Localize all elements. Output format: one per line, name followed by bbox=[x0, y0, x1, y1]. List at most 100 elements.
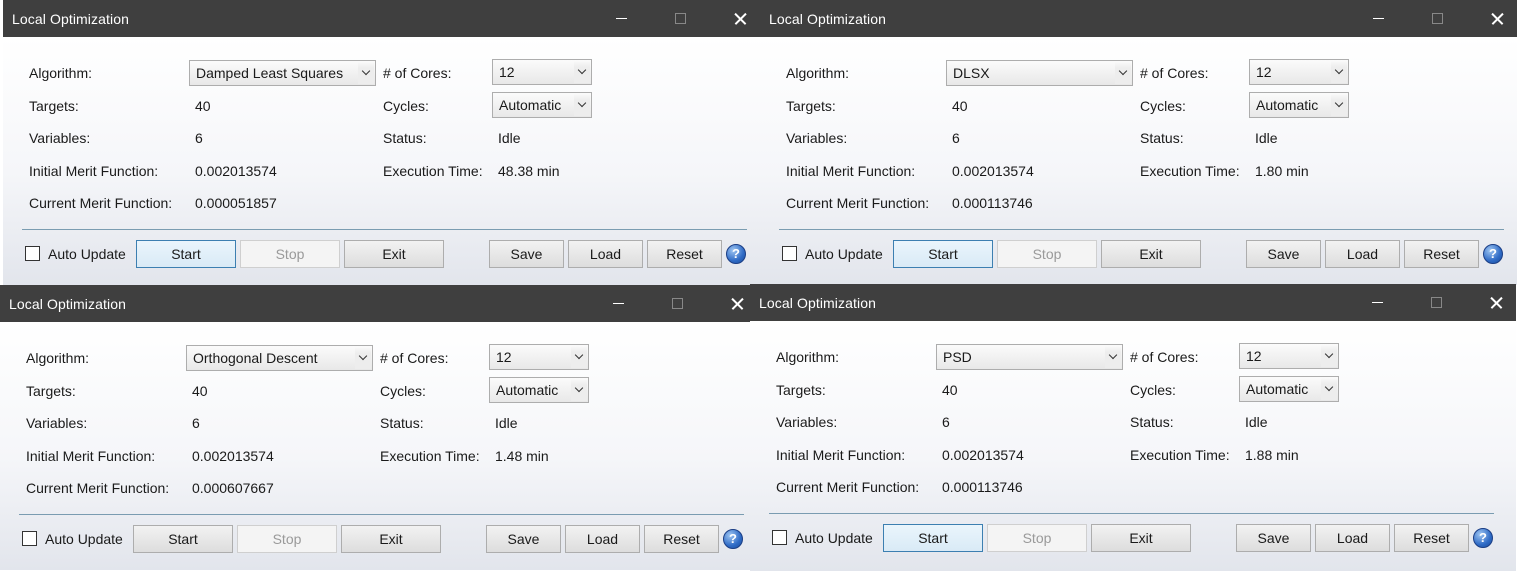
variables-label: Variables: bbox=[29, 130, 91, 146]
cores-label: # of Cores: bbox=[1140, 65, 1209, 81]
reset-button[interactable]: Reset bbox=[1404, 240, 1479, 268]
local-optimization-window: Local Optimization Algorithm: DLSX Targe… bbox=[760, 0, 1517, 285]
auto-update-checkbox[interactable] bbox=[772, 530, 787, 545]
reset-button[interactable]: Reset bbox=[647, 240, 722, 268]
maximize-button[interactable] bbox=[663, 290, 691, 317]
title-bar[interactable]: Local Optimization bbox=[750, 284, 1516, 321]
close-icon bbox=[726, 5, 754, 32]
title-bar[interactable]: Local Optimization bbox=[760, 0, 1517, 37]
chevron-down-icon bbox=[571, 346, 587, 368]
separator bbox=[769, 513, 1494, 514]
status-label: Status: bbox=[383, 130, 427, 146]
maximize-button[interactable] bbox=[1423, 5, 1451, 32]
title-bar[interactable]: Local Optimization bbox=[0, 285, 757, 322]
cores-select[interactable]: 12 bbox=[492, 59, 592, 85]
cycles-select[interactable]: Automatic bbox=[492, 92, 592, 118]
save-button[interactable]: Save bbox=[1236, 524, 1311, 552]
maximize-icon bbox=[1422, 289, 1450, 316]
chevron-down-icon bbox=[355, 347, 371, 369]
status-value: Idle bbox=[498, 130, 521, 146]
current-merit-label: Current Merit Function: bbox=[786, 195, 930, 211]
cores-label: # of Cores: bbox=[1130, 349, 1199, 365]
cores-value: 12 bbox=[1256, 64, 1272, 80]
close-button[interactable] bbox=[1483, 5, 1511, 32]
cycles-select[interactable]: Automatic bbox=[1249, 92, 1349, 118]
algorithm-value: Orthogonal Descent bbox=[193, 350, 318, 366]
start-button[interactable]: Start bbox=[133, 525, 233, 553]
minimize-button[interactable] bbox=[605, 290, 633, 317]
save-button[interactable]: Save bbox=[486, 525, 561, 553]
stop-button[interactable]: Stop bbox=[240, 240, 340, 268]
cores-select[interactable]: 12 bbox=[1239, 343, 1339, 369]
help-icon[interactable]: ? bbox=[726, 244, 746, 264]
algorithm-select[interactable]: Damped Least Squares bbox=[189, 60, 376, 86]
exit-button[interactable]: Exit bbox=[1101, 240, 1201, 268]
algorithm-value: PSD bbox=[943, 349, 972, 365]
current-merit-value: 0.000113746 bbox=[952, 195, 1033, 211]
status-value: Idle bbox=[1245, 414, 1268, 430]
save-button[interactable]: Save bbox=[1246, 240, 1321, 268]
minimize-button[interactable] bbox=[1365, 5, 1393, 32]
exit-button[interactable]: Exit bbox=[341, 525, 441, 553]
optimization-panel: Algorithm: DLSX Targets: 40 Variables: 6… bbox=[760, 37, 1517, 285]
close-icon bbox=[1482, 289, 1510, 316]
status-value: Idle bbox=[495, 415, 518, 431]
algorithm-select[interactable]: Orthogonal Descent bbox=[186, 345, 373, 371]
stop-button[interactable]: Stop bbox=[997, 240, 1097, 268]
cores-select[interactable]: 12 bbox=[1249, 59, 1349, 85]
stop-button[interactable]: Stop bbox=[987, 524, 1087, 552]
auto-update-label[interactable]: Auto Update bbox=[795, 530, 873, 546]
cycles-select[interactable]: Automatic bbox=[489, 377, 589, 403]
minimize-button[interactable] bbox=[1364, 289, 1392, 316]
initial-merit-label: Initial Merit Function: bbox=[29, 163, 159, 179]
save-button[interactable]: Save bbox=[489, 240, 564, 268]
start-button[interactable]: Start bbox=[893, 240, 993, 268]
window-title: Local Optimization bbox=[759, 295, 876, 311]
stop-button[interactable]: Stop bbox=[237, 525, 337, 553]
help-icon[interactable]: ? bbox=[1483, 244, 1503, 264]
cores-value: 12 bbox=[499, 64, 515, 80]
variables-value: 6 bbox=[952, 130, 960, 146]
close-button[interactable] bbox=[1482, 289, 1510, 316]
algorithm-label: Algorithm: bbox=[776, 349, 840, 365]
load-button[interactable]: Load bbox=[565, 525, 640, 553]
auto-update-label[interactable]: Auto Update bbox=[45, 531, 123, 547]
variables-value: 6 bbox=[192, 415, 200, 431]
reset-button[interactable]: Reset bbox=[1394, 524, 1469, 552]
title-bar[interactable]: Local Optimization bbox=[3, 0, 760, 37]
maximize-button[interactable] bbox=[1422, 289, 1450, 316]
algorithm-select[interactable]: PSD bbox=[936, 344, 1123, 370]
chevron-down-icon bbox=[574, 61, 590, 83]
auto-update-label[interactable]: Auto Update bbox=[805, 246, 883, 262]
execution-time-label: Execution Time: bbox=[1140, 163, 1240, 179]
load-button[interactable]: Load bbox=[1325, 240, 1400, 268]
start-button[interactable]: Start bbox=[883, 524, 983, 552]
chevron-down-icon bbox=[1321, 378, 1337, 400]
cycles-label: Cycles: bbox=[380, 383, 426, 399]
auto-update-checkbox[interactable] bbox=[22, 531, 37, 546]
cores-select[interactable]: 12 bbox=[489, 344, 589, 370]
execution-time-value: 48.38 min bbox=[498, 163, 560, 179]
cycles-select[interactable]: Automatic bbox=[1239, 376, 1339, 402]
start-button[interactable]: Start bbox=[136, 240, 236, 268]
exit-button[interactable]: Exit bbox=[344, 240, 444, 268]
close-button[interactable] bbox=[726, 5, 754, 32]
close-icon bbox=[1483, 5, 1511, 32]
execution-time-value: 1.48 min bbox=[495, 448, 549, 464]
auto-update-label[interactable]: Auto Update bbox=[48, 246, 126, 262]
maximize-button[interactable] bbox=[666, 5, 694, 32]
minimize-button[interactable] bbox=[608, 5, 636, 32]
initial-merit-value: 0.002013574 bbox=[952, 163, 1034, 179]
status-value: Idle bbox=[1255, 130, 1278, 146]
algorithm-select[interactable]: DLSX bbox=[946, 60, 1133, 86]
load-button[interactable]: Load bbox=[568, 240, 643, 268]
close-button[interactable] bbox=[723, 290, 751, 317]
help-icon[interactable]: ? bbox=[1473, 528, 1493, 548]
exit-button[interactable]: Exit bbox=[1091, 524, 1191, 552]
reset-button[interactable]: Reset bbox=[644, 525, 719, 553]
auto-update-checkbox[interactable] bbox=[782, 246, 797, 261]
auto-update-checkbox[interactable] bbox=[25, 246, 40, 261]
load-button[interactable]: Load bbox=[1315, 524, 1390, 552]
help-icon[interactable]: ? bbox=[723, 529, 743, 549]
targets-label: Targets: bbox=[29, 98, 79, 114]
